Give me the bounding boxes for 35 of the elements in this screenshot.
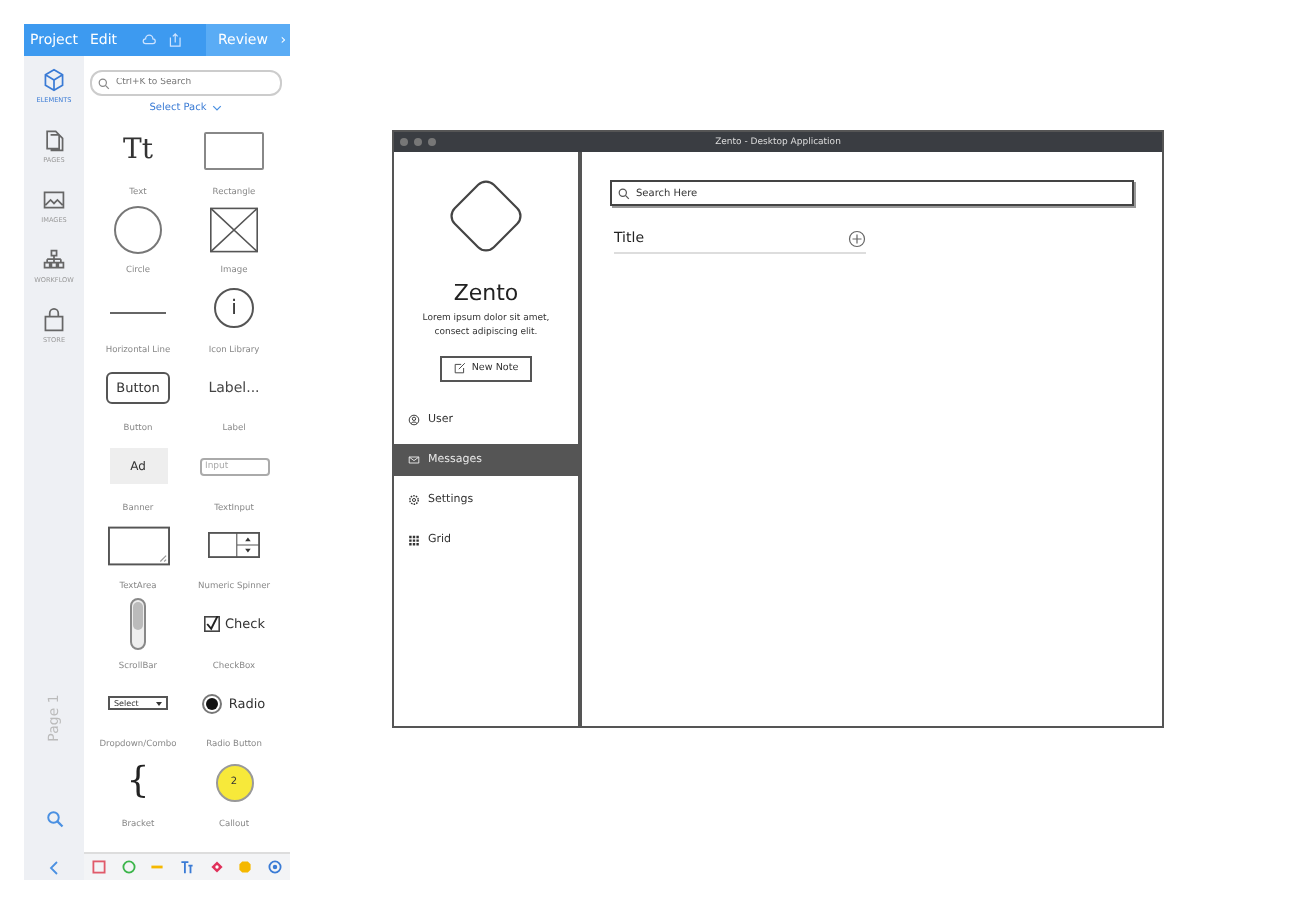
grid-icon (408, 533, 420, 545)
info-icon[interactable]: i (214, 288, 254, 329)
target-icon[interactable] (268, 860, 283, 874)
gear-icon (408, 493, 420, 505)
circle-shape[interactable] (114, 205, 162, 254)
bag-icon (42, 308, 66, 332)
text-tool-preview[interactable]: Tt (123, 134, 153, 167)
square-icon[interactable] (91, 860, 106, 874)
diamond-icon[interactable] (209, 860, 224, 874)
caret-icon (156, 701, 162, 706)
image-placeholder[interactable] (210, 205, 258, 254)
search-icon (618, 187, 630, 199)
spinner-preview[interactable] (208, 532, 260, 559)
circle-icon[interactable] (121, 860, 136, 874)
text-icon[interactable] (179, 860, 194, 874)
chevron-down-icon[interactable] (212, 104, 223, 112)
zoom-icon[interactable] (45, 810, 63, 828)
user-icon (408, 413, 420, 425)
rectangle-shape[interactable] (204, 131, 264, 170)
app-name: Zento (453, 280, 519, 306)
search-icon (98, 77, 110, 89)
export-icon[interactable] (167, 32, 182, 48)
edit-icon (453, 362, 466, 374)
image-icon (42, 188, 66, 212)
workflow-icon (42, 248, 66, 272)
horizontal-line[interactable] (110, 311, 166, 314)
pages-icon (42, 128, 66, 152)
scrollbar-preview[interactable] (130, 598, 146, 651)
collapse-icon[interactable] (48, 860, 60, 876)
cloud-icon[interactable] (141, 32, 156, 48)
textarea-preview[interactable] (107, 525, 169, 566)
mail-icon (408, 453, 420, 465)
add-icon[interactable] (848, 229, 866, 247)
cube-icon (41, 68, 66, 92)
bracket-preview[interactable]: { (126, 764, 150, 801)
